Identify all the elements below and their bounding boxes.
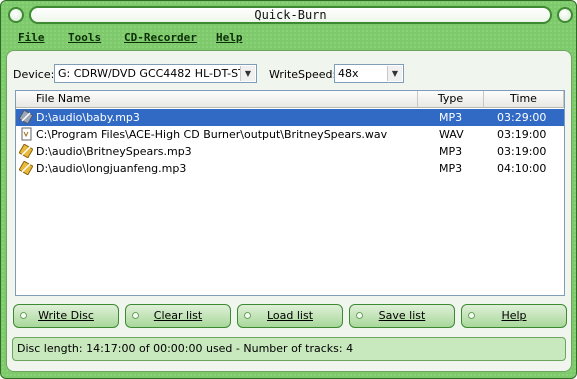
- time-cell: 03:19:00: [497, 128, 547, 141]
- file-name-cell: D:\audio\longjuanfeng.mp3: [36, 162, 187, 175]
- led-icon: [20, 312, 27, 319]
- type-cell: MP3: [439, 145, 463, 158]
- menu-tools[interactable]: Tools: [68, 31, 101, 44]
- mp3-file-icon: [19, 144, 33, 158]
- type-cell: MP3: [439, 162, 463, 175]
- time-cell: 04:10:00: [497, 162, 547, 175]
- table-row[interactable]: D:\audio\baby.mp3 MP3 03:29:00: [16, 109, 564, 126]
- load-list-button[interactable]: Load list: [237, 304, 343, 328]
- help-label: Help: [501, 309, 527, 322]
- table-row[interactable]: C:\Program Files\ACE-High CD Burner\outp…: [16, 126, 564, 143]
- menu-cd-recorder[interactable]: CD-Recorder: [124, 31, 197, 44]
- help-button[interactable]: Help: [461, 304, 567, 328]
- column-header-file-name[interactable]: File Name: [16, 91, 418, 108]
- type-cell: WAV: [439, 128, 464, 141]
- clear-list-button[interactable]: Clear list: [125, 304, 231, 328]
- menu-bar: File Tools CD-Recorder Help: [11, 30, 571, 46]
- type-cell: MP3: [439, 111, 463, 124]
- save-list-label: Save list: [378, 309, 426, 322]
- write-speed-label: WriteSpeed:: [269, 68, 337, 81]
- track-list[interactable]: File Name Type Time D:\audio\baby.mp3 MP…: [15, 90, 565, 296]
- close-icon[interactable]: [557, 7, 573, 23]
- wav-file-icon: [21, 127, 32, 141]
- column-header-time[interactable]: Time: [484, 91, 564, 108]
- table-row[interactable]: D:\audio\BritneySpears.mp3 MP3 03:19:00: [16, 143, 564, 160]
- led-icon: [468, 312, 475, 319]
- device-select[interactable]: G: CDRW/DVD GCC4482 HL-DT-ST ▼: [54, 64, 257, 83]
- led-icon: [132, 312, 139, 319]
- file-name-cell: D:\audio\baby.mp3: [36, 111, 140, 124]
- led-icon: [244, 312, 251, 319]
- time-cell: 03:19:00: [497, 145, 547, 158]
- device-value: G: CDRW/DVD GCC4482 HL-DT-ST: [58, 67, 245, 80]
- file-name-cell: D:\audio\BritneySpears.mp3: [36, 145, 192, 158]
- led-icon: [356, 312, 363, 319]
- write-disc-button[interactable]: Write Disc: [13, 304, 119, 328]
- column-header-type[interactable]: Type: [418, 91, 484, 108]
- file-name-cell: C:\Program Files\ACE-High CD Burner\outp…: [36, 128, 388, 141]
- clear-list-label: Clear list: [153, 309, 203, 322]
- write-speed-select[interactable]: 48x ▼: [334, 64, 404, 83]
- load-list-label: Load list: [266, 309, 314, 322]
- menu-file[interactable]: File: [18, 31, 45, 44]
- status-bar: Disc length: 14:17:00 of 00:00:00 used -…: [12, 337, 566, 361]
- table-row[interactable]: D:\audio\longjuanfeng.mp3 MP3 04:10:00: [16, 160, 564, 177]
- save-list-button[interactable]: Save list: [349, 304, 455, 328]
- window-title: Quick-Burn: [29, 6, 552, 24]
- write-speed-value: 48x: [338, 67, 359, 80]
- time-cell: 03:29:00: [497, 111, 547, 124]
- mp3-file-icon: [19, 161, 33, 175]
- window-menu-icon[interactable]: [8, 7, 24, 23]
- chevron-down-icon[interactable]: ▼: [387, 66, 402, 81]
- chevron-down-icon[interactable]: ▼: [240, 66, 255, 81]
- write-disc-label: Write Disc: [38, 309, 94, 322]
- device-label: Device:: [13, 68, 55, 81]
- main-panel: Device: G: CDRW/DVD GCC4482 HL-DT-ST ▼ W…: [6, 50, 572, 372]
- mp3-file-icon: [19, 110, 33, 124]
- menu-help[interactable]: Help: [216, 31, 243, 44]
- app-window: Quick-Burn File Tools CD-Recorder Help D…: [0, 0, 577, 379]
